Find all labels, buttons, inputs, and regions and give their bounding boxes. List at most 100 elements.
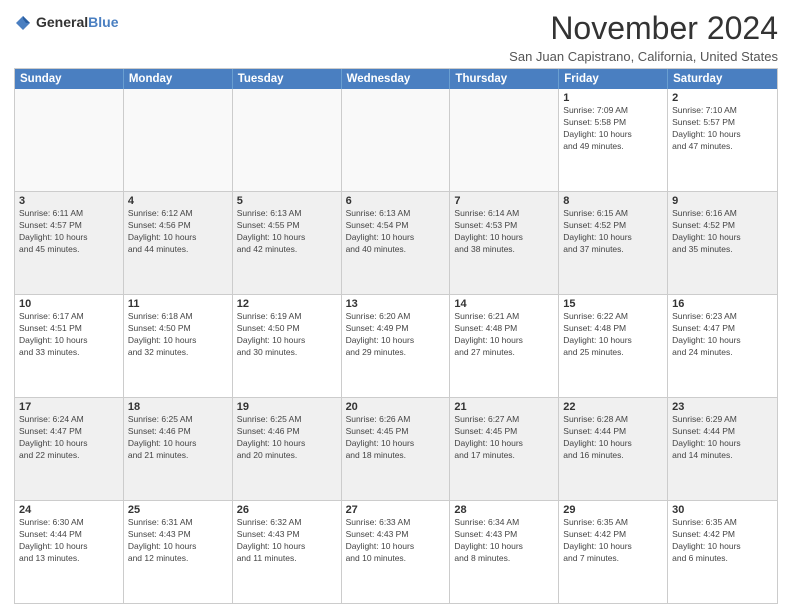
calendar-cell-empty — [233, 89, 342, 191]
day-number: 9 — [672, 195, 773, 207]
calendar-row-3: 10Sunrise: 6:17 AM Sunset: 4:51 PM Dayli… — [15, 295, 777, 398]
day-info: Sunrise: 6:25 AM Sunset: 4:46 PM Dayligh… — [128, 414, 228, 462]
calendar-row-4: 17Sunrise: 6:24 AM Sunset: 4:47 PM Dayli… — [15, 398, 777, 501]
calendar-cell-empty — [450, 89, 559, 191]
day-info: Sunrise: 6:14 AM Sunset: 4:53 PM Dayligh… — [454, 208, 554, 256]
calendar-body: 1Sunrise: 7:09 AM Sunset: 5:58 PM Daylig… — [15, 89, 777, 603]
subtitle: San Juan Capistrano, California, United … — [509, 49, 778, 64]
calendar-row-2: 3Sunrise: 6:11 AM Sunset: 4:57 PM Daylig… — [15, 192, 777, 295]
day-number: 19 — [237, 401, 337, 413]
day-number: 26 — [237, 504, 337, 516]
calendar-cell-day-8: 8Sunrise: 6:15 AM Sunset: 4:52 PM Daylig… — [559, 192, 668, 294]
day-info: Sunrise: 6:17 AM Sunset: 4:51 PM Dayligh… — [19, 311, 119, 359]
day-info: Sunrise: 6:35 AM Sunset: 4:42 PM Dayligh… — [672, 517, 773, 565]
page: GeneralBlue November 2024 San Juan Capis… — [0, 0, 792, 612]
calendar-cell-day-3: 3Sunrise: 6:11 AM Sunset: 4:57 PM Daylig… — [15, 192, 124, 294]
calendar-cell-day-26: 26Sunrise: 6:32 AM Sunset: 4:43 PM Dayli… — [233, 501, 342, 603]
logo-text-general: General — [36, 14, 88, 30]
header: GeneralBlue November 2024 San Juan Capis… — [14, 10, 778, 64]
calendar-cell-day-21: 21Sunrise: 6:27 AM Sunset: 4:45 PM Dayli… — [450, 398, 559, 500]
calendar-cell-day-23: 23Sunrise: 6:29 AM Sunset: 4:44 PM Dayli… — [668, 398, 777, 500]
day-number: 16 — [672, 298, 773, 310]
day-number: 24 — [19, 504, 119, 516]
day-info: Sunrise: 6:21 AM Sunset: 4:48 PM Dayligh… — [454, 311, 554, 359]
day-info: Sunrise: 6:33 AM Sunset: 4:43 PM Dayligh… — [346, 517, 446, 565]
day-number: 5 — [237, 195, 337, 207]
day-number: 15 — [563, 298, 663, 310]
day-number: 12 — [237, 298, 337, 310]
calendar-cell-day-12: 12Sunrise: 6:19 AM Sunset: 4:50 PM Dayli… — [233, 295, 342, 397]
calendar-cell-day-29: 29Sunrise: 6:35 AM Sunset: 4:42 PM Dayli… — [559, 501, 668, 603]
calendar-cell-day-30: 30Sunrise: 6:35 AM Sunset: 4:42 PM Dayli… — [668, 501, 777, 603]
day-number: 10 — [19, 298, 119, 310]
calendar-header-sunday: Sunday — [15, 69, 124, 89]
calendar-cell-day-18: 18Sunrise: 6:25 AM Sunset: 4:46 PM Dayli… — [124, 398, 233, 500]
calendar-cell-day-9: 9Sunrise: 6:16 AM Sunset: 4:52 PM Daylig… — [668, 192, 777, 294]
day-number: 8 — [563, 195, 663, 207]
calendar-row-5: 24Sunrise: 6:30 AM Sunset: 4:44 PM Dayli… — [15, 501, 777, 603]
calendar-cell-day-2: 2Sunrise: 7:10 AM Sunset: 5:57 PM Daylig… — [668, 89, 777, 191]
day-number: 21 — [454, 401, 554, 413]
calendar-header: SundayMondayTuesdayWednesdayThursdayFrid… — [15, 69, 777, 89]
day-number: 29 — [563, 504, 663, 516]
day-number: 11 — [128, 298, 228, 310]
day-info: Sunrise: 6:19 AM Sunset: 4:50 PM Dayligh… — [237, 311, 337, 359]
calendar-cell-day-11: 11Sunrise: 6:18 AM Sunset: 4:50 PM Dayli… — [124, 295, 233, 397]
day-info: Sunrise: 6:13 AM Sunset: 4:55 PM Dayligh… — [237, 208, 337, 256]
day-info: Sunrise: 6:27 AM Sunset: 4:45 PM Dayligh… — [454, 414, 554, 462]
day-info: Sunrise: 6:30 AM Sunset: 4:44 PM Dayligh… — [19, 517, 119, 565]
day-number: 7 — [454, 195, 554, 207]
calendar-cell-day-16: 16Sunrise: 6:23 AM Sunset: 4:47 PM Dayli… — [668, 295, 777, 397]
day-info: Sunrise: 6:22 AM Sunset: 4:48 PM Dayligh… — [563, 311, 663, 359]
day-info: Sunrise: 7:09 AM Sunset: 5:58 PM Dayligh… — [563, 105, 663, 153]
day-info: Sunrise: 6:34 AM Sunset: 4:43 PM Dayligh… — [454, 517, 554, 565]
calendar-row-1: 1Sunrise: 7:09 AM Sunset: 5:58 PM Daylig… — [15, 89, 777, 192]
logo-icon — [14, 14, 32, 32]
day-number: 1 — [563, 92, 663, 104]
calendar-cell-day-25: 25Sunrise: 6:31 AM Sunset: 4:43 PM Dayli… — [124, 501, 233, 603]
calendar-cell-day-7: 7Sunrise: 6:14 AM Sunset: 4:53 PM Daylig… — [450, 192, 559, 294]
day-info: Sunrise: 6:28 AM Sunset: 4:44 PM Dayligh… — [563, 414, 663, 462]
calendar-cell-day-6: 6Sunrise: 6:13 AM Sunset: 4:54 PM Daylig… — [342, 192, 451, 294]
day-info: Sunrise: 6:11 AM Sunset: 4:57 PM Dayligh… — [19, 208, 119, 256]
day-number: 28 — [454, 504, 554, 516]
calendar-header-saturday: Saturday — [668, 69, 777, 89]
day-number: 18 — [128, 401, 228, 413]
calendar-cell-day-1: 1Sunrise: 7:09 AM Sunset: 5:58 PM Daylig… — [559, 89, 668, 191]
calendar-cell-day-24: 24Sunrise: 6:30 AM Sunset: 4:44 PM Dayli… — [15, 501, 124, 603]
calendar-cell-day-4: 4Sunrise: 6:12 AM Sunset: 4:56 PM Daylig… — [124, 192, 233, 294]
day-number: 6 — [346, 195, 446, 207]
day-number: 20 — [346, 401, 446, 413]
calendar-header-wednesday: Wednesday — [342, 69, 451, 89]
title-section: November 2024 San Juan Capistrano, Calif… — [509, 10, 778, 64]
day-info: Sunrise: 6:15 AM Sunset: 4:52 PM Dayligh… — [563, 208, 663, 256]
calendar-cell-day-17: 17Sunrise: 6:24 AM Sunset: 4:47 PM Dayli… — [15, 398, 124, 500]
day-info: Sunrise: 6:13 AM Sunset: 4:54 PM Dayligh… — [346, 208, 446, 256]
calendar-cell-day-10: 10Sunrise: 6:17 AM Sunset: 4:51 PM Dayli… — [15, 295, 124, 397]
day-number: 17 — [19, 401, 119, 413]
calendar-cell-day-13: 13Sunrise: 6:20 AM Sunset: 4:49 PM Dayli… — [342, 295, 451, 397]
day-number: 25 — [128, 504, 228, 516]
main-title: November 2024 — [509, 10, 778, 47]
day-info: Sunrise: 6:16 AM Sunset: 4:52 PM Dayligh… — [672, 208, 773, 256]
day-number: 23 — [672, 401, 773, 413]
day-info: Sunrise: 6:23 AM Sunset: 4:47 PM Dayligh… — [672, 311, 773, 359]
day-number: 14 — [454, 298, 554, 310]
day-info: Sunrise: 7:10 AM Sunset: 5:57 PM Dayligh… — [672, 105, 773, 153]
calendar-cell-empty — [15, 89, 124, 191]
day-number: 2 — [672, 92, 773, 104]
calendar-cell-day-14: 14Sunrise: 6:21 AM Sunset: 4:48 PM Dayli… — [450, 295, 559, 397]
day-info: Sunrise: 6:35 AM Sunset: 4:42 PM Dayligh… — [563, 517, 663, 565]
day-number: 30 — [672, 504, 773, 516]
day-info: Sunrise: 6:24 AM Sunset: 4:47 PM Dayligh… — [19, 414, 119, 462]
day-info: Sunrise: 6:32 AM Sunset: 4:43 PM Dayligh… — [237, 517, 337, 565]
day-info: Sunrise: 6:31 AM Sunset: 4:43 PM Dayligh… — [128, 517, 228, 565]
calendar-cell-day-5: 5Sunrise: 6:13 AM Sunset: 4:55 PM Daylig… — [233, 192, 342, 294]
day-number: 22 — [563, 401, 663, 413]
day-number: 27 — [346, 504, 446, 516]
calendar-cell-empty — [124, 89, 233, 191]
calendar-cell-day-20: 20Sunrise: 6:26 AM Sunset: 4:45 PM Dayli… — [342, 398, 451, 500]
day-info: Sunrise: 6:29 AM Sunset: 4:44 PM Dayligh… — [672, 414, 773, 462]
logo: GeneralBlue — [14, 14, 118, 32]
day-info: Sunrise: 6:26 AM Sunset: 4:45 PM Dayligh… — [346, 414, 446, 462]
